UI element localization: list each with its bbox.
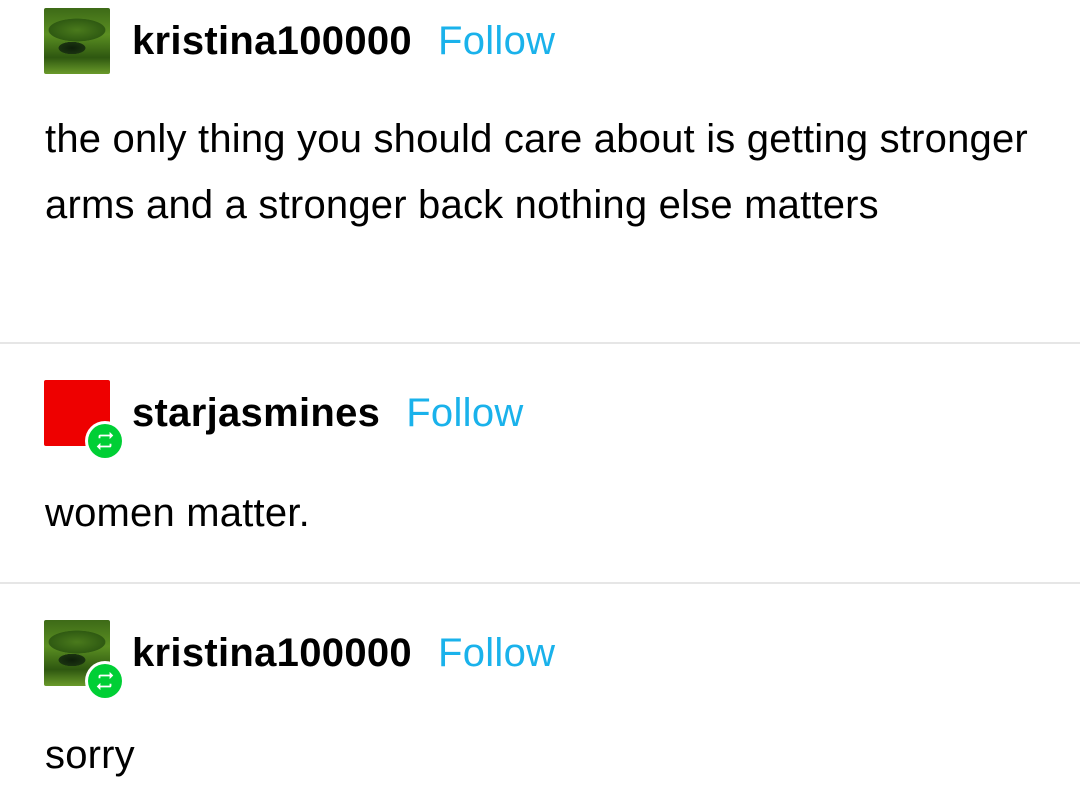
post-header: kristina100000 Follow <box>44 620 555 701</box>
avatar[interactable] <box>44 8 110 74</box>
post: kristina100000 Follow the only thing you… <box>0 0 1080 342</box>
post-header: starjasmines Follow <box>44 380 524 461</box>
follow-button[interactable]: Follow <box>438 19 555 64</box>
reblog-badge <box>85 421 125 461</box>
post-body-text: women matter. <box>45 491 310 535</box>
reblog-badge <box>85 661 125 701</box>
follow-button[interactable]: Follow <box>406 391 523 436</box>
avatar[interactable] <box>44 380 125 461</box>
post-body-text: the only thing you should care about is … <box>45 117 1028 227</box>
username[interactable]: kristina100000 <box>132 631 412 676</box>
post: kristina100000 Follow sorry <box>0 584 1080 802</box>
username[interactable]: starjasmines <box>132 391 380 436</box>
post-header: kristina100000 Follow <box>44 8 555 74</box>
post-body-text: sorry <box>45 733 135 777</box>
reblog-icon <box>96 431 114 451</box>
follow-button[interactable]: Follow <box>438 631 555 676</box>
post: starjasmines Follow women matter. <box>0 344 1080 582</box>
avatar[interactable] <box>44 620 125 701</box>
reblog-icon <box>96 671 114 691</box>
username[interactable]: kristina100000 <box>132 19 412 64</box>
